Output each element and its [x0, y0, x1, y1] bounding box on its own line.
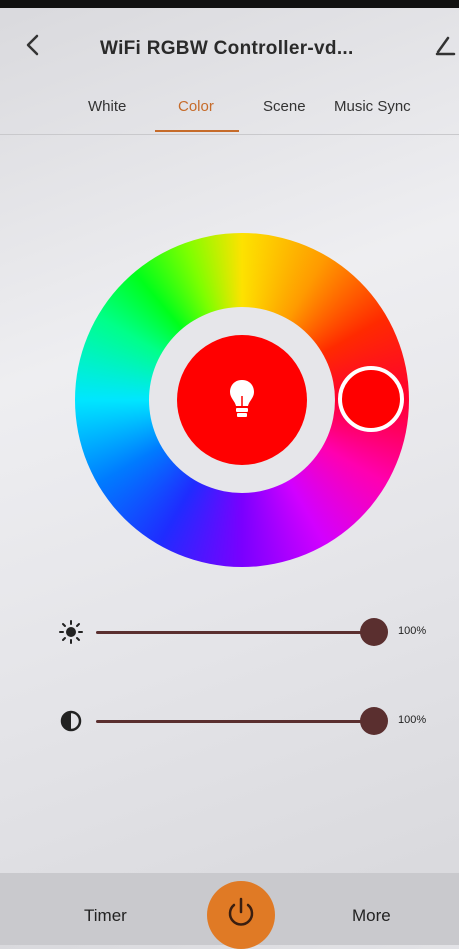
saturation-slider-row: 100%: [0, 701, 459, 741]
chevron-left-icon[interactable]: [22, 30, 48, 60]
sun-icon: [58, 619, 84, 645]
saturation-thumb[interactable]: [360, 707, 388, 735]
brightness-value: 100%: [398, 625, 427, 637]
tab-scene[interactable]: Scene: [263, 98, 306, 115]
timer-button[interactable]: Timer: [84, 906, 127, 926]
tab-color[interactable]: Color: [178, 98, 214, 115]
power-button[interactable]: [207, 881, 275, 949]
app-header: WiFi RGBW Controller-vd...: [0, 8, 459, 82]
brightness-thumb[interactable]: [360, 618, 388, 646]
status-bar-strip: [0, 0, 459, 8]
active-tab-indicator: [155, 130, 239, 132]
contrast-icon: [58, 708, 84, 734]
page-title: WiFi RGBW Controller-vd...: [100, 38, 354, 59]
pencil-icon[interactable]: [434, 30, 456, 60]
power-icon: [228, 897, 254, 926]
more-button[interactable]: More: [352, 906, 391, 926]
tab-white[interactable]: White: [88, 98, 126, 115]
saturation-track[interactable]: [96, 720, 374, 723]
lightbulb-icon: [226, 376, 258, 424]
tab-music-sync[interactable]: Music Sync: [334, 98, 411, 115]
color-picker-handle[interactable]: [338, 366, 404, 432]
saturation-value: 100%: [398, 714, 427, 726]
mode-tabs: White Color Scene Music Sync: [0, 82, 459, 135]
brightness-track[interactable]: [96, 631, 374, 634]
brightness-slider-row: 100%: [0, 612, 459, 652]
